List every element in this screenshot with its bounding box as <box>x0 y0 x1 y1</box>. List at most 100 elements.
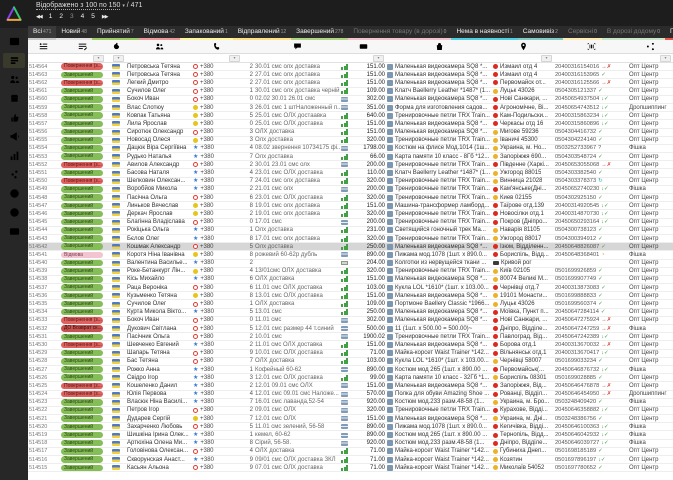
tracking-number: 20450646358882 <box>555 407 600 414</box>
carrier-up-icon <box>493 301 498 307</box>
column-header-address[interactable] <box>492 42 554 51</box>
phone-cell: +380 <box>192 357 242 365</box>
sidebar-item-megaphone[interactable] <box>3 129 25 144</box>
price-cell: 890.00 <box>340 366 386 374</box>
address-text: Курахове, Відді... <box>500 407 548 414</box>
info-icon <box>9 188 20 199</box>
sidebar-item-settings[interactable] <box>3 167 25 182</box>
flag-cell <box>106 186 126 192</box>
carrier-up-icon <box>493 236 498 242</box>
column-header-product[interactable] <box>386 42 492 51</box>
tab-Нема в наявності[interactable]: Нема в наявності1 <box>451 26 518 40</box>
payment-g-icon <box>341 71 348 78</box>
filter-dropdown-price[interactable]: ▾ <box>373 54 384 62</box>
pin-icon <box>519 42 528 51</box>
range-dropdown-caret-icon[interactable]: ▾ <box>122 3 125 9</box>
client-name-cell: Головінова Олексан... <box>127 448 189 455</box>
tab-Повернення[interactable]: Повернення <box>665 26 673 40</box>
address-cell: Борова отд.1 <box>492 341 554 349</box>
last-page-button[interactable]: ▶▶ <box>102 12 109 22</box>
sidebar-item-video[interactable] <box>3 224 25 239</box>
price-cell: 151.00 <box>340 415 386 423</box>
operator-lc-icon <box>193 203 198 209</box>
price-cell: 320.00 <box>340 177 386 185</box>
address-cell: Наварія 81105 <box>492 226 554 234</box>
client-name-cell: Дацюк Віра Сергіївна <box>127 145 187 152</box>
sidebar-item-hand[interactable] <box>3 110 25 125</box>
tab-label: Всі <box>33 28 43 35</box>
address-cell: Дніпро, Відділе... <box>492 325 554 333</box>
column-header-ttn[interactable] <box>554 42 628 51</box>
comment-cell: 07.01 смс ОЛХ доставка <box>255 464 323 471</box>
operator-ks-icon: ★ <box>193 432 199 439</box>
filter-dropdown-source[interactable]: ▾ <box>660 54 671 62</box>
price-cell: 302.00 <box>340 316 386 324</box>
product-cell: Тренировочные петли TRX Train... <box>386 194 492 202</box>
operator-vf-icon <box>193 350 198 356</box>
column-header-client-name[interactable] <box>126 42 192 51</box>
product-thumbnail-icon <box>387 153 393 160</box>
phone-number: +380 <box>200 276 214 283</box>
page-button-5[interactable]: 5 <box>91 12 95 22</box>
carrier-np-icon <box>493 211 498 217</box>
filter-dropdown-status[interactable]: ▾ <box>93 54 104 62</box>
sidebar-item-clients[interactable] <box>3 72 25 87</box>
page-button-1[interactable]: 1 <box>49 12 53 22</box>
tab-Запакований[interactable]: Запакований1 <box>179 26 233 40</box>
page-button-3[interactable]: 3 <box>70 12 74 22</box>
page-button-4[interactable]: 4 <box>81 12 85 22</box>
tab-Новий[interactable]: Новий48 <box>56 26 92 40</box>
price-amount: 320.00 <box>366 178 385 185</box>
sidebar-item-stats[interactable] <box>3 148 25 163</box>
tab-Всі[interactable]: Всі471 <box>28 26 57 40</box>
status-chip: Завершений <box>61 104 103 111</box>
ttn-cell: 20400313873083 ✓ <box>554 284 628 292</box>
sidebar-item-dashboard[interactable] <box>3 34 25 49</box>
column-header-comment[interactable] <box>254 42 340 51</box>
filter-dropdown-address[interactable]: ▾ <box>541 54 552 62</box>
column-header-phone[interactable] <box>192 42 242 51</box>
product-thumbnail-icon <box>387 170 393 177</box>
column-header-price[interactable] <box>340 42 386 51</box>
comment-cell: 02.02 30.01 26.01 смс <box>255 96 316 103</box>
address-text: Борова отд.1 <box>500 341 537 348</box>
column-header-order-id[interactable] <box>28 42 58 51</box>
tab-Самовивіз[interactable]: Самовивіз2 <box>517 26 563 40</box>
filter-dropdown-phone[interactable]: ▾ <box>229 54 240 62</box>
sidebar-item-info[interactable] <box>3 186 25 201</box>
address-text: Киев 02155 <box>500 194 532 201</box>
column-header-repeat-client[interactable] <box>106 42 126 51</box>
tab-Прийнятий[interactable]: Прийнятий7 <box>91 26 139 40</box>
address-cell: Винница 21028 <box>492 177 554 185</box>
filter-dropdown-repeat-client[interactable]: ▾ <box>113 54 124 62</box>
product-cell: Тренировочные петли TRX Train... <box>386 161 492 169</box>
tab-Відправлений[interactable]: Відправлений12 <box>232 26 292 40</box>
table-row[interactable]: 514515 Завершений Касьян Альона +380 9 07.01 … <box>28 464 673 473</box>
tab-Відмова[interactable]: Відмова42 <box>138 26 180 40</box>
tab-Сервісні[interactable]: Сервісні0 <box>562 26 602 40</box>
product-thumbnail-icon <box>387 358 393 365</box>
showing-range[interactable]: Відображено з 100 по 150 ▾ / 471 <box>36 0 673 12</box>
product-cell: Тренировочные петли TRX Train... <box>386 235 492 243</box>
page-button-2[interactable]: 2 <box>59 12 63 22</box>
price-cell: 109.00 <box>340 87 386 95</box>
column-header-source[interactable] <box>628 42 673 51</box>
ttn-cell: 0504303382540 ✓ <box>554 169 628 177</box>
first-page-button[interactable]: ◀◀ <box>36 12 43 22</box>
phone-number: +380 <box>200 186 214 193</box>
tab-В дорозі додому[interactable]: В дорозі додому0 <box>601 26 666 40</box>
sidebar-item-orders[interactable] <box>3 53 25 68</box>
sidebar-item-support[interactable] <box>3 205 25 220</box>
payment-c-icon <box>341 424 348 430</box>
phone-number: +380 <box>200 96 214 103</box>
column-header-status[interactable] <box>58 42 106 51</box>
flag-cell <box>106 170 126 176</box>
tab-Завершений[interactable]: Завершений278 <box>291 26 349 40</box>
status-cell: Завершений <box>58 169 106 177</box>
ttn-cell: 20400316153965 ✓ <box>554 71 628 79</box>
video-icon <box>9 226 20 237</box>
phone-number: +380 <box>200 448 214 455</box>
comment-cell: 17.01 смс <box>255 219 282 226</box>
tab-Повернення товару (в дорозі)[interactable]: Повернення товару (в дорозі)0 <box>348 26 452 40</box>
sidebar-item-shop[interactable] <box>3 91 25 106</box>
